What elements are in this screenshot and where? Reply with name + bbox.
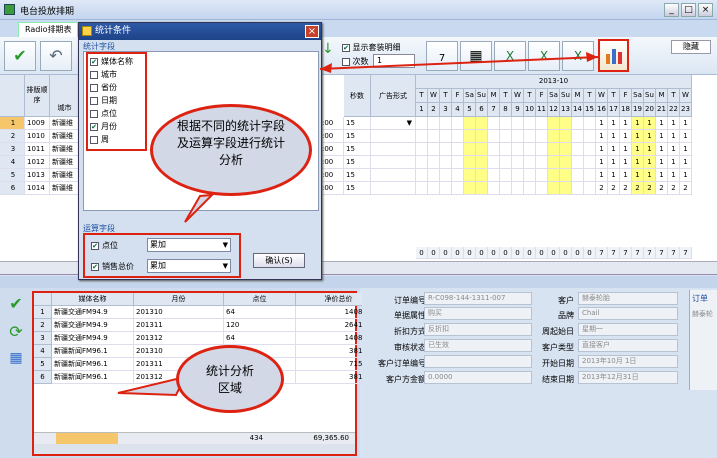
callout-bottom-tail <box>117 375 187 397</box>
callout-bottom: 统计分析区域 <box>176 345 284 413</box>
callout-top: 根据不同的统计字段及运算字段进行统计分析 <box>150 104 312 196</box>
annotation-arrows <box>117 52 599 397</box>
arrow-head-right <box>586 52 598 62</box>
callout-top-tail <box>184 193 215 223</box>
arrow-line-to-chart <box>319 56 599 70</box>
